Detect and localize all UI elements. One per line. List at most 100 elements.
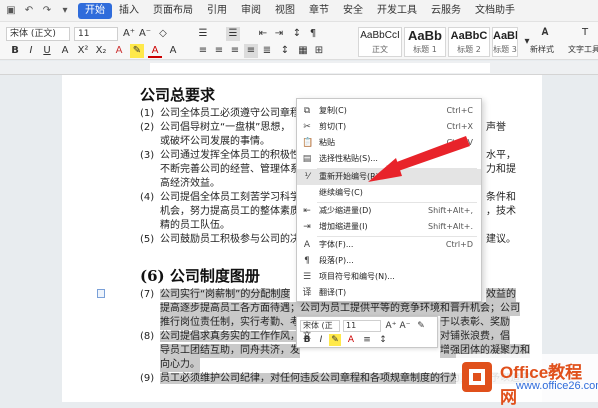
char-shading-icon[interactable]: A: [166, 44, 180, 58]
text-fragment: 效益的: [486, 288, 516, 302]
style-heading-1[interactable]: AaBb 标题 1: [404, 27, 446, 57]
tab-view[interactable]: 视图: [268, 3, 302, 19]
text-tools-icon[interactable]: T: [578, 26, 592, 40]
shrink-font-icon[interactable]: A⁻: [399, 320, 411, 332]
right-margin-area: [542, 75, 598, 402]
list-item-continuation[interactable]: 向心力。: [160, 358, 200, 372]
bold-icon[interactable]: B: [301, 334, 313, 346]
menu-item-increase-indent[interactable]: ⇥ 增加缩进量(I) Shift+Alt+.: [297, 219, 481, 235]
superscript-icon[interactable]: X²: [76, 44, 90, 58]
watermark: Office教程网 www.office26.com: [456, 354, 598, 407]
new-style-icon[interactable]: 𝐀: [538, 26, 552, 40]
style-heading-3[interactable]: AaBbC 标题 3: [492, 27, 518, 57]
strikethrough-icon[interactable]: A: [58, 44, 72, 58]
grow-font-icon[interactable]: A⁺: [122, 27, 136, 41]
mini-font-size-select[interactable]: 11: [343, 320, 381, 332]
menu-item-restart-numbering[interactable]: ⅟ 重新开始编号(R): [297, 169, 481, 185]
menu-item-translate[interactable]: 译翻译(T): [297, 285, 481, 301]
tab-page-layout[interactable]: 页面布局: [146, 3, 200, 19]
menu-item-font[interactable]: A 字体(F)... Ctrl+D: [297, 237, 481, 253]
numbering-icon[interactable]: ☰: [226, 27, 240, 41]
align-left-icon[interactable]: ≡: [196, 44, 210, 58]
style-heading-2[interactable]: AaBbC 标题 2: [448, 27, 490, 57]
style-label: 标题 1: [413, 45, 437, 54]
tab-review[interactable]: 审阅: [234, 3, 268, 19]
text-fragment: 力和提: [486, 164, 516, 175]
tab-references[interactable]: 引用: [200, 3, 234, 19]
line-spacing-icon[interactable]: ↕: [278, 44, 292, 58]
style-normal[interactable]: AaBbCcI 正文: [358, 27, 402, 57]
menu-bar: ▣ ↶ ↷ ▾ 开始 插入 页面布局 引用 审阅 视图 章节 安全 开发工具 云…: [0, 0, 598, 22]
redo-icon[interactable]: ↷: [40, 4, 54, 18]
bold-icon[interactable]: B: [8, 44, 22, 58]
format-painter-icon[interactable]: ✎: [415, 320, 427, 332]
menu-item-paste-special[interactable]: ▤ 选择性粘贴(S)...: [297, 151, 481, 167]
decrease-indent-icon[interactable]: ⇤: [256, 27, 270, 41]
distribute-icon[interactable]: ≣: [260, 44, 274, 58]
menu-item-paste[interactable]: 📋 粘贴 Ctrl+V: [297, 135, 481, 151]
tab-insert[interactable]: 插入: [112, 3, 146, 19]
text-fragment: 对铺张浪费，倡: [440, 330, 510, 344]
align-right-icon[interactable]: ≡: [228, 44, 242, 58]
italic-icon[interactable]: I: [24, 44, 38, 58]
tab-developer[interactable]: 开发工具: [370, 3, 424, 19]
dropdown-icon[interactable]: ▾: [58, 4, 72, 18]
increase-indent-icon[interactable]: ⇥: [272, 27, 286, 41]
font-icon: A: [303, 240, 311, 250]
subscript-icon[interactable]: X₂: [94, 44, 108, 58]
tab-chapter[interactable]: 章节: [302, 3, 336, 19]
menu-item-copy[interactable]: ⧉ 复制(C) Ctrl+C: [297, 103, 481, 119]
underline-icon[interactable]: U: [40, 44, 54, 58]
line-spacing-icon[interactable]: ↕: [377, 334, 389, 346]
tab-home[interactable]: 开始: [78, 2, 112, 19]
grow-font-icon[interactable]: A⁺: [385, 320, 397, 332]
style-label: 标题 3: [493, 45, 517, 54]
menu-item-decrease-indent[interactable]: ⇤ 减少缩进量(D) Shift+Alt+,: [297, 203, 481, 219]
list-item-continuation: 精的员工队伍。: [160, 220, 230, 231]
mini-font-name-select[interactable]: 宋体 (正文: [300, 320, 340, 340]
ribbon: 宋体 (正文) 11 A⁺ A⁻ ◇ B I U A X² X₂ A ✎ A A…: [0, 22, 598, 60]
heading-company-requirements: 公司总要求: [140, 86, 216, 104]
context-menu: ⧉ 复制(C) Ctrl+C ✂ 剪切(T) Ctrl+X 📋 粘贴 Ctrl+V ▤ 选择性…: [296, 98, 482, 302]
align-icon[interactable]: ≡: [361, 334, 373, 346]
highlight-icon[interactable]: ✎: [329, 334, 341, 346]
cut-icon: ✂: [303, 122, 311, 132]
new-style-button[interactable]: 新样式: [530, 44, 554, 55]
list-item-continuation[interactable]: 导员工团结互助，同舟共济，发: [160, 344, 300, 358]
list-item-selected[interactable]: (7) 公司实行“岗薪制”的分配制度: [140, 288, 291, 302]
style-label: 正文: [372, 45, 388, 54]
text-effect-icon[interactable]: A: [112, 44, 126, 58]
tab-security[interactable]: 安全: [336, 3, 370, 19]
menu-item-cut[interactable]: ✂ 剪切(T) Ctrl+X: [297, 119, 481, 135]
show-marks-icon[interactable]: ¶: [306, 27, 320, 41]
list-item-continuation[interactable]: 推行岗位责任制，实行考勤、考: [160, 316, 300, 330]
clear-format-icon[interactable]: ◇: [156, 27, 170, 41]
italic-icon[interactable]: I: [315, 334, 327, 346]
menu-item-continue-numbering[interactable]: 继续编号(C): [297, 185, 481, 201]
menu-item-bullets-numbering[interactable]: ☰ 项目符号和编号(N)...: [297, 269, 481, 285]
list-item-continuation[interactable]: 提高逐步提高员工各方面待遇；公司为员工提供平等的竞争环境和晋升机会；公司: [160, 302, 520, 316]
tab-doc-assistant[interactable]: 文档助手: [468, 3, 522, 19]
font-size-select[interactable]: 11: [74, 27, 118, 41]
align-center-icon[interactable]: ≡: [212, 44, 226, 58]
justify-icon[interactable]: ≡: [244, 44, 258, 58]
highlight-icon[interactable]: ✎: [130, 44, 144, 58]
list-item: (5) 公司鼓励员工积极参与公司的决: [140, 234, 300, 245]
ruler[interactable]: [0, 61, 598, 75]
list-item-selected[interactable]: (8) 公司提倡求真务实的工作作风，: [140, 330, 300, 344]
shrink-font-icon[interactable]: A⁻: [138, 27, 152, 41]
text-fragment: 建议。: [486, 234, 516, 245]
undo-icon[interactable]: ↶: [22, 4, 36, 18]
save-icon[interactable]: ▣: [4, 4, 18, 18]
tab-cloud[interactable]: 云服务: [424, 3, 468, 19]
text-tools-button[interactable]: 文字工具: [568, 44, 598, 55]
paste-icon: 📋: [302, 138, 314, 148]
menu-item-paragraph[interactable]: ¶ 段落(P)...: [297, 253, 481, 269]
font-color-icon[interactable]: A: [345, 334, 357, 346]
font-name-select[interactable]: 宋体 (正文): [6, 27, 70, 41]
sort-icon[interactable]: ↕: [290, 27, 304, 41]
shading-icon[interactable]: ▦: [296, 44, 310, 58]
bullets-icon[interactable]: ☰: [196, 27, 210, 41]
font-color-icon[interactable]: A: [148, 44, 162, 58]
borders-icon[interactable]: ⊞: [312, 44, 326, 58]
